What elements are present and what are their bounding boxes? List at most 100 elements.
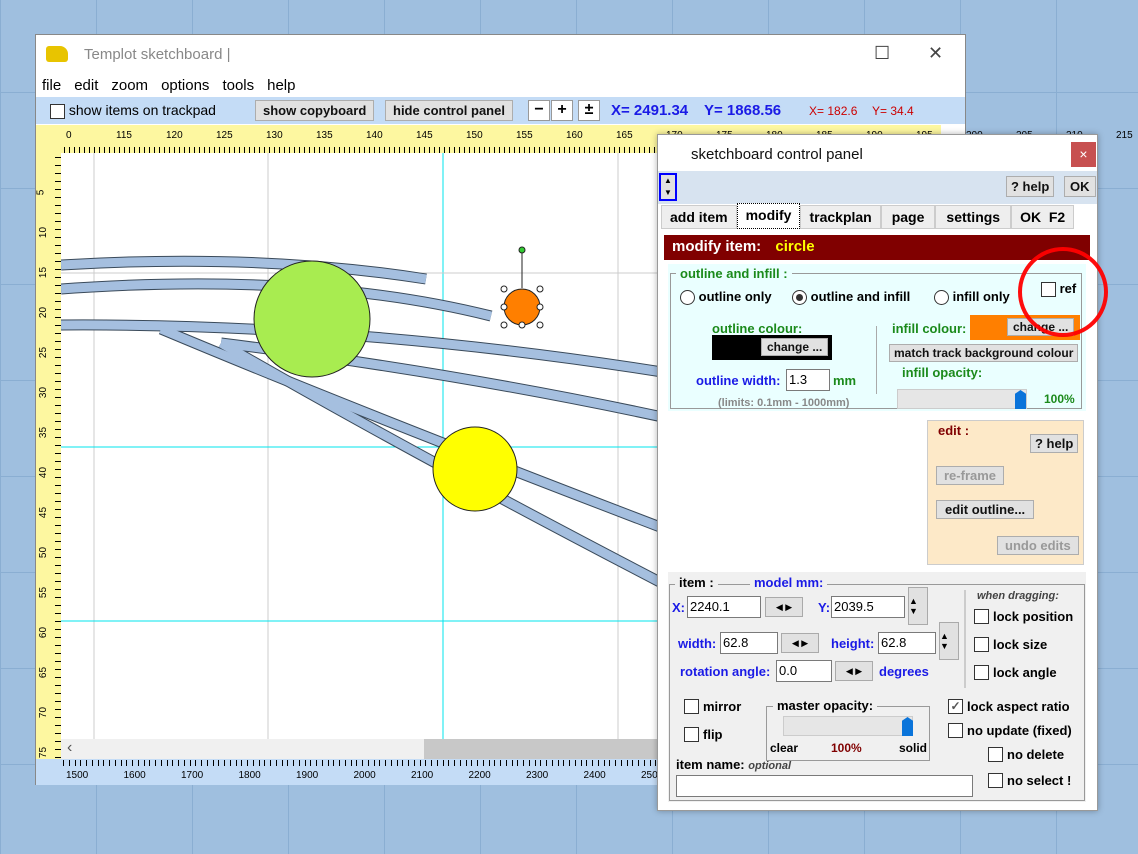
ruler-tick-label: 65 (38, 666, 50, 679)
menu-edit[interactable]: edit (74, 77, 98, 94)
outline-infill-label: outline and infill : (676, 266, 792, 281)
tab-settings[interactable]: settings (935, 205, 1012, 229)
scroll-left-icon[interactable]: ‹ (67, 739, 72, 757)
mirror-checkbox[interactable]: mirror (684, 699, 741, 714)
zoom-out-button[interactable]: − (528, 100, 550, 121)
radio-outline-and-infill[interactable]: outline and infill (792, 289, 910, 306)
panel-help-button[interactable]: ? help (1006, 176, 1055, 197)
show-items-checkbox[interactable] (50, 103, 65, 119)
ruler-y-readout: Y= 34.4 (872, 104, 914, 118)
tab-ok-f2[interactable]: OK F2 (1011, 205, 1075, 229)
edit-help-button[interactable]: ? help (1030, 434, 1079, 453)
tab-trackplan[interactable]: trackplan (800, 205, 881, 229)
ruler-tick (126, 760, 128, 766)
infill-opacity-slider[interactable] (897, 389, 1027, 409)
match-track-background-button[interactable]: match track background colour (889, 344, 1079, 362)
ruler-tick (201, 760, 202, 766)
ruler-tick-label: 35 (38, 426, 50, 439)
ruler-tick (465, 760, 467, 766)
show-copyboard-button[interactable]: show copyboard (255, 100, 375, 121)
ruler-tick (120, 760, 122, 766)
outline-colour-change-button[interactable]: change ... (761, 338, 829, 356)
radio-infill-only[interactable]: infill only (934, 289, 1010, 306)
x-nudge-buttons[interactable]: ◀ ▶ (765, 597, 803, 617)
item-name-input[interactable] (676, 775, 973, 797)
resize-handle[interactable] (518, 321, 526, 329)
ruler-tick-label: 1800 (238, 770, 261, 781)
maximize-icon[interactable]: ☐ (874, 43, 890, 64)
height-nudge-buttons[interactable]: ▲ ▼ (939, 622, 959, 660)
rotation-nudge-buttons[interactable]: ◀ ▶ (835, 661, 873, 681)
undo-edits-button[interactable]: undo edits (997, 536, 1079, 555)
infill-opacity-label: infill opacity: (902, 365, 983, 380)
ruler-x-readout: X= 182.6 (809, 104, 858, 118)
resize-handle[interactable] (536, 321, 544, 329)
ruler-tick (632, 760, 634, 766)
close-icon[interactable]: ✕ (928, 43, 943, 64)
toolbar: show items on trackpad show copyboard hi… (36, 97, 965, 124)
width-input[interactable]: 62.8 (720, 632, 778, 654)
hide-control-panel-button[interactable]: hide control panel (385, 100, 513, 121)
width-label: width: (678, 636, 717, 651)
rotation-input[interactable]: 0.0 (776, 660, 832, 682)
resize-handle[interactable] (500, 285, 508, 293)
y-nudge-buttons[interactable]: ▲ ▼ (908, 587, 928, 625)
orange-circle-selected[interactable] (503, 288, 541, 326)
lock-size-checkbox[interactable]: lock size (974, 637, 1047, 652)
show-items-label: show items on trackpad (68, 102, 216, 118)
resize-handle[interactable] (500, 321, 508, 329)
when-dragging-label: when dragging: (977, 590, 1059, 602)
master-opacity-value: 100% (831, 741, 862, 755)
menu-tools[interactable]: tools (222, 77, 254, 94)
lock-angle-checkbox[interactable]: lock angle (974, 665, 1057, 680)
y-input[interactable]: 2039.5 (831, 596, 905, 618)
flip-checkbox[interactable]: flip (684, 727, 723, 742)
no-update-checkbox[interactable]: no update (fixed) (948, 723, 1072, 738)
zoom-fit-button[interactable]: ± (578, 100, 600, 121)
rotation-label: rotation angle: (680, 664, 771, 679)
ruler-tick (528, 760, 530, 766)
yellow-circle[interactable] (432, 426, 518, 512)
menu-options[interactable]: options (161, 77, 209, 94)
lock-position-checkbox[interactable]: lock position (974, 609, 1073, 624)
x-input[interactable]: 2240.1 (687, 596, 761, 618)
tab-page[interactable]: page (880, 205, 936, 229)
panel-scroll-spinner[interactable]: ▲ ▼ (659, 173, 677, 201)
radio-outline-only[interactable]: outline only (680, 289, 772, 306)
resize-handle[interactable] (536, 303, 544, 311)
menu-file[interactable]: file (42, 77, 61, 94)
ruler-tick (63, 760, 64, 766)
ruler-tick-label: 145 (416, 130, 433, 141)
resize-handle[interactable] (536, 285, 544, 293)
rotate-handle[interactable] (518, 246, 526, 254)
lock-aspect-ratio-checkbox[interactable]: ✓ lock aspect ratio (948, 699, 1070, 714)
menu-zoom[interactable]: zoom (111, 77, 148, 94)
ruler-tick-label: 15 (38, 266, 50, 279)
no-delete-checkbox[interactable]: no delete (988, 747, 1064, 762)
panel-close-button[interactable]: × (1071, 142, 1096, 167)
tab-modify[interactable]: modify (736, 203, 801, 229)
outline-width-input[interactable]: 1.3 (786, 369, 830, 391)
ruler-tick (408, 760, 409, 766)
resize-handle[interactable] (500, 303, 508, 311)
zoom-in-button[interactable]: + (551, 100, 573, 121)
tab-add-item[interactable]: add item (661, 205, 737, 229)
panel-ok-button[interactable]: OK (1064, 176, 1096, 197)
width-nudge-buttons[interactable]: ◀ ▶ (781, 633, 819, 653)
ruler-tick (425, 760, 427, 766)
edit-outline-button[interactable]: edit outline... (936, 500, 1035, 519)
no-select-checkbox[interactable]: no select ! (988, 773, 1071, 788)
show-items-toggle[interactable]: show items on trackpad (50, 102, 216, 119)
ruler-tick (471, 760, 473, 766)
master-opacity-label: master opacity: (773, 698, 878, 713)
master-opacity-slider[interactable] (783, 716, 913, 736)
ruler-tick (143, 760, 145, 766)
slider-thumb[interactable] (902, 717, 913, 736)
reframe-button[interactable]: re-frame (936, 466, 1005, 485)
slider-thumb[interactable] (1015, 390, 1026, 409)
window-title: Templot sketchboard | (84, 45, 231, 63)
menu-help[interactable]: help (267, 77, 295, 94)
green-circle[interactable] (253, 260, 371, 378)
height-input[interactable]: 62.8 (878, 632, 936, 654)
templot-logo-icon (46, 46, 68, 62)
